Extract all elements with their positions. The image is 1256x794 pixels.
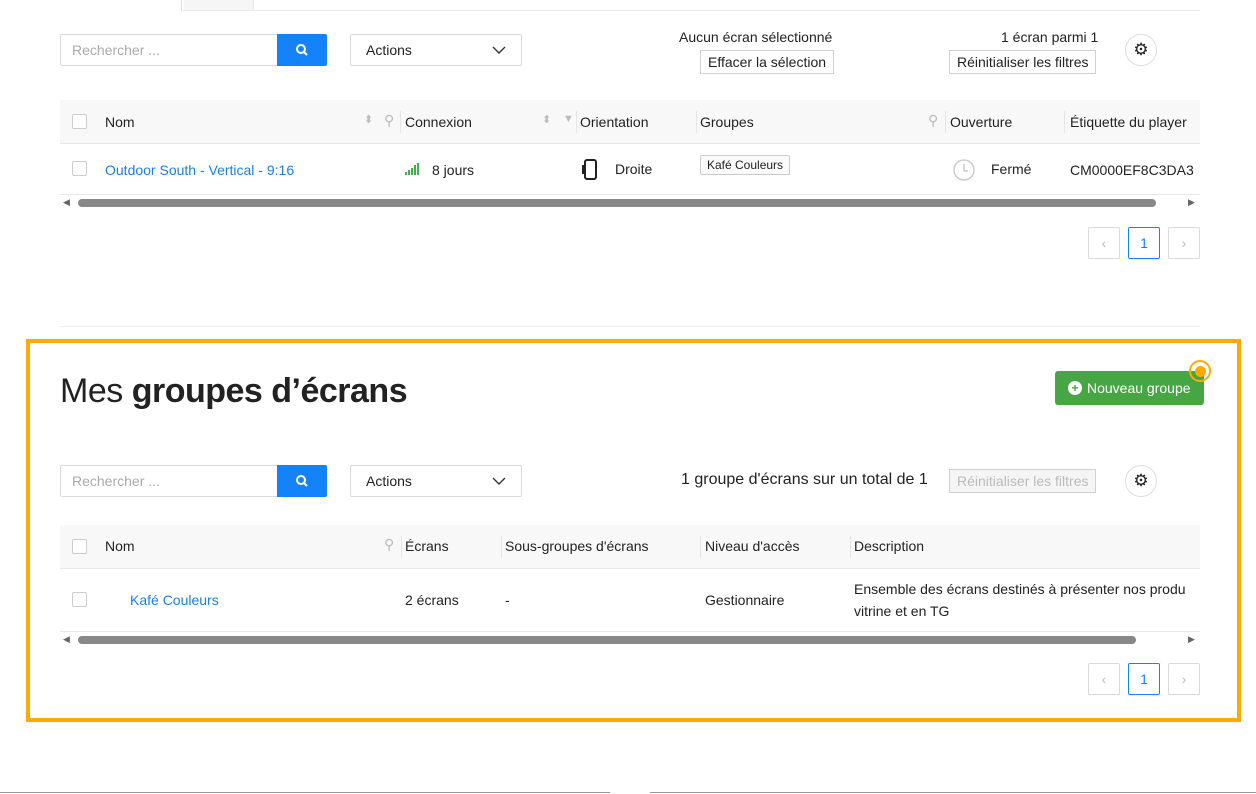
actions-label: Actions <box>366 42 412 58</box>
page-title: Mes groupes d’écrans <box>60 372 408 411</box>
select-all-checkbox[interactable] <box>72 114 87 129</box>
screens-count: 1 écran parmi 1 <box>1001 29 1099 45</box>
next-page-button[interactable]: › <box>1168 227 1200 259</box>
col-player-tag[interactable]: Étiquette du player <box>1070 114 1187 130</box>
col-subgroups[interactable]: Sous-groupes d'écrans <box>505 538 649 554</box>
search-icon <box>296 44 308 56</box>
selection-status: Aucun écran sélectionné <box>679 29 833 45</box>
table-header: Nom ⬍ ⚲ Connexion ⬍ ▼ Orientation Groupe… <box>60 100 1200 144</box>
orientation-value: Droite <box>615 161 653 177</box>
col-access[interactable]: Niveau d'accès <box>705 538 800 554</box>
search-icon[interactable]: ⚲ <box>384 536 394 553</box>
title-light: Mes <box>60 372 123 410</box>
section-divider <box>60 326 1200 327</box>
new-group-button[interactable]: + Nouveau groupe <box>1055 371 1204 405</box>
footer-divider-left <box>0 792 610 793</box>
prev-page-button[interactable]: ‹ <box>1088 227 1120 259</box>
horizontal-scrollbar[interactable]: ◀ ▶ <box>60 197 1200 209</box>
group-name-link[interactable]: Kafé Couleurs <box>130 592 219 608</box>
tab-active[interactable] <box>60 0 182 11</box>
connexion-value: 8 jours <box>432 162 475 178</box>
horizontal-scrollbar[interactable]: ◀ ▶ <box>60 634 1200 646</box>
portrait-orientation-icon <box>582 159 597 180</box>
col-nom[interactable]: Nom <box>105 114 135 130</box>
col-connexion[interactable]: Connexion <box>405 114 472 130</box>
groups-count: 1 groupe d'écrans sur un total de 1 <box>681 471 928 488</box>
tab-inactive[interactable] <box>184 0 254 10</box>
sort-icon[interactable]: ⬍ <box>542 113 551 126</box>
groups-actions-dropdown[interactable]: Actions <box>350 465 522 497</box>
group-tag[interactable]: Kafé Couleurs <box>700 155 791 175</box>
row-checkbox[interactable] <box>72 592 87 607</box>
footer-divider-right <box>650 792 1256 793</box>
chevron-down-icon <box>492 477 506 485</box>
groups-search-button[interactable] <box>277 465 327 497</box>
sort-icon[interactable]: ⬍ <box>364 113 373 126</box>
table-row: Outdoor South - Vertical - 9:16 8 jours … <box>60 144 1200 195</box>
new-group-label: Nouveau groupe <box>1087 380 1191 396</box>
clock-icon <box>953 159 975 181</box>
hotspot-indicator[interactable] <box>1189 360 1211 382</box>
col-nom[interactable]: Nom <box>105 538 135 554</box>
description-line-1: Ensemble des écrans destinés à présenter… <box>854 581 1186 597</box>
screens-actions-dropdown[interactable]: Actions <box>350 34 522 66</box>
screen-name-link[interactable]: Outdoor South - Vertical - 9:16 <box>105 162 294 178</box>
tabs-divider <box>60 10 1200 11</box>
actions-label: Actions <box>366 473 412 489</box>
signal-icon <box>405 163 419 175</box>
gear-icon: ⚙ <box>1133 471 1149 490</box>
prev-page-button[interactable]: ‹ <box>1088 663 1120 695</box>
chevron-down-icon <box>492 46 506 54</box>
col-description[interactable]: Description <box>854 538 924 554</box>
page-1-button[interactable]: 1 <box>1128 663 1160 695</box>
screens-count-value: 2 écrans <box>405 592 459 608</box>
page-1-button[interactable]: 1 <box>1128 227 1160 259</box>
filter-icon[interactable]: ▼ <box>563 113 574 125</box>
search-icon[interactable]: ⚲ <box>384 112 394 129</box>
col-ecrans[interactable]: Écrans <box>405 538 449 554</box>
player-tag-value: CM0000EF8C3DA3 <box>1070 162 1194 178</box>
groups-table: Nom ⚲ Écrans Sous-groupes d'écrans Nivea… <box>60 525 1200 647</box>
plus-circle-icon: + <box>1068 381 1082 395</box>
groups-search-input[interactable]: Rechercher ... <box>60 465 277 497</box>
col-orientation[interactable]: Orientation <box>580 114 648 130</box>
subgroups-value: - <box>505 592 510 608</box>
col-groupes[interactable]: Groupes <box>700 114 754 130</box>
description-line-2: vitrine et en TG <box>854 603 950 619</box>
groups-search: Rechercher ... <box>60 465 327 497</box>
screens-search-button[interactable] <box>277 34 327 66</box>
screens-reset-filters-button[interactable]: Réinitialiser les filtres <box>949 50 1097 74</box>
screens-search-input[interactable]: Rechercher ... <box>60 34 277 66</box>
select-all-checkbox[interactable] <box>72 539 87 554</box>
next-page-button[interactable]: › <box>1168 663 1200 695</box>
table-header: Nom ⚲ Écrans Sous-groupes d'écrans Nivea… <box>60 525 1200 569</box>
search-icon[interactable]: ⚲ <box>928 112 938 129</box>
title-bold: groupes d’écrans <box>131 372 408 410</box>
table-row: Kafé Couleurs 2 écrans - Gestionnaire En… <box>60 569 1200 632</box>
screens-search: Rechercher ... <box>60 34 327 66</box>
gear-icon: ⚙ <box>1133 40 1149 59</box>
clear-selection-button[interactable]: Effacer la sélection <box>700 50 835 74</box>
screens-table: Nom ⬍ ⚲ Connexion ⬍ ▼ Orientation Groupe… <box>60 100 1200 210</box>
row-checkbox[interactable] <box>72 161 87 176</box>
screens-settings-button[interactable]: ⚙ <box>1125 34 1157 66</box>
col-ouverture[interactable]: Ouverture <box>950 114 1012 130</box>
search-icon <box>296 475 308 487</box>
groups-reset-filters-button[interactable]: Réinitialiser les filtres <box>949 469 1097 493</box>
opening-value: Fermé <box>991 161 1032 177</box>
groups-settings-button[interactable]: ⚙ <box>1125 465 1157 497</box>
access-value: Gestionnaire <box>705 592 785 608</box>
